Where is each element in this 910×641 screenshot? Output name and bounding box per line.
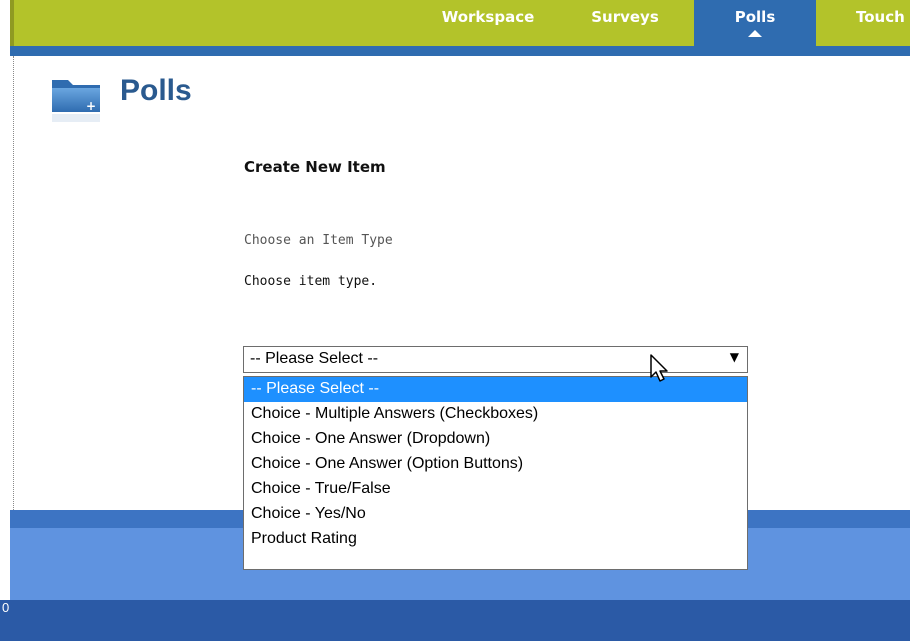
page-title: Polls [120,74,192,107]
content-left-border [13,56,14,510]
item-type-label: Choose an Item Type [244,233,393,248]
nav-underline-stripe [10,46,910,56]
tab-surveys[interactable]: Surveys [580,0,670,46]
window-edge [0,0,10,46]
item-type-dropdown-list: -- Please Select -- Choice - Multiple An… [243,376,748,570]
footer-band-bottom [0,600,910,641]
item-type-help-text: Choose item type. [244,274,378,289]
top-navigation: Workspace Surveys Polls Touch [10,0,910,46]
mouse-cursor-icon [650,354,668,382]
dropdown-option-one-answer-dropdown[interactable]: Choice - One Answer (Dropdown) [244,427,747,452]
tab-label: Surveys [591,8,659,26]
footer-text: 0 [2,600,10,615]
tab-polls[interactable]: Polls [694,0,816,46]
folder-plus-icon: + [52,80,100,122]
dropdown-option-multiple-answers[interactable]: Choice - Multiple Answers (Checkboxes) [244,402,747,427]
dropdown-option-yes-no[interactable]: Choice - Yes/No [244,502,747,527]
tab-label: Workspace [441,8,535,26]
section-title: Create New Item [244,158,386,176]
tab-workspace[interactable]: Workspace [428,0,548,46]
dropdown-arrow-icon[interactable]: ▼ [730,350,739,364]
nav-left-edge [10,0,14,46]
active-tab-caret-icon [748,30,762,37]
tab-label: Touch [856,8,905,26]
select-current-value: -- Please Select -- [250,350,379,367]
tab-label: Polls [734,8,776,26]
dropdown-option-one-answer-buttons[interactable]: Choice - One Answer (Option Buttons) [244,452,747,477]
svg-text:+: + [86,99,96,113]
dropdown-option-product-rating[interactable]: Product Rating [244,527,747,552]
tab-touch[interactable]: Touch [840,0,910,46]
dropdown-option-please-select[interactable]: -- Please Select -- [244,377,747,402]
item-type-select[interactable]: -- Please Select -- ▼ [243,346,748,373]
dropdown-option-true-false[interactable]: Choice - True/False [244,477,747,502]
